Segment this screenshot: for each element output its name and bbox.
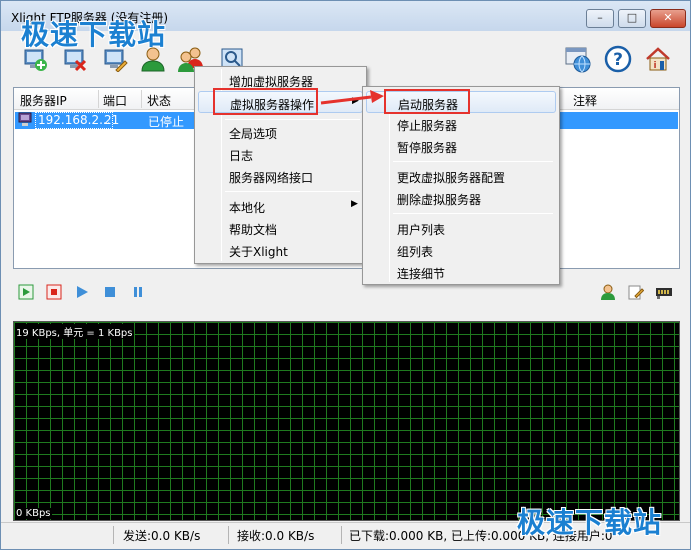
annotation-arrow-icon (320, 90, 384, 105)
watermark-bottom: 极速下载站 (517, 506, 663, 539)
app-window: Xlight FTP服务器 (没有注册) – □ ✕ 极速下载站 ? i 服务器… (0, 0, 691, 550)
